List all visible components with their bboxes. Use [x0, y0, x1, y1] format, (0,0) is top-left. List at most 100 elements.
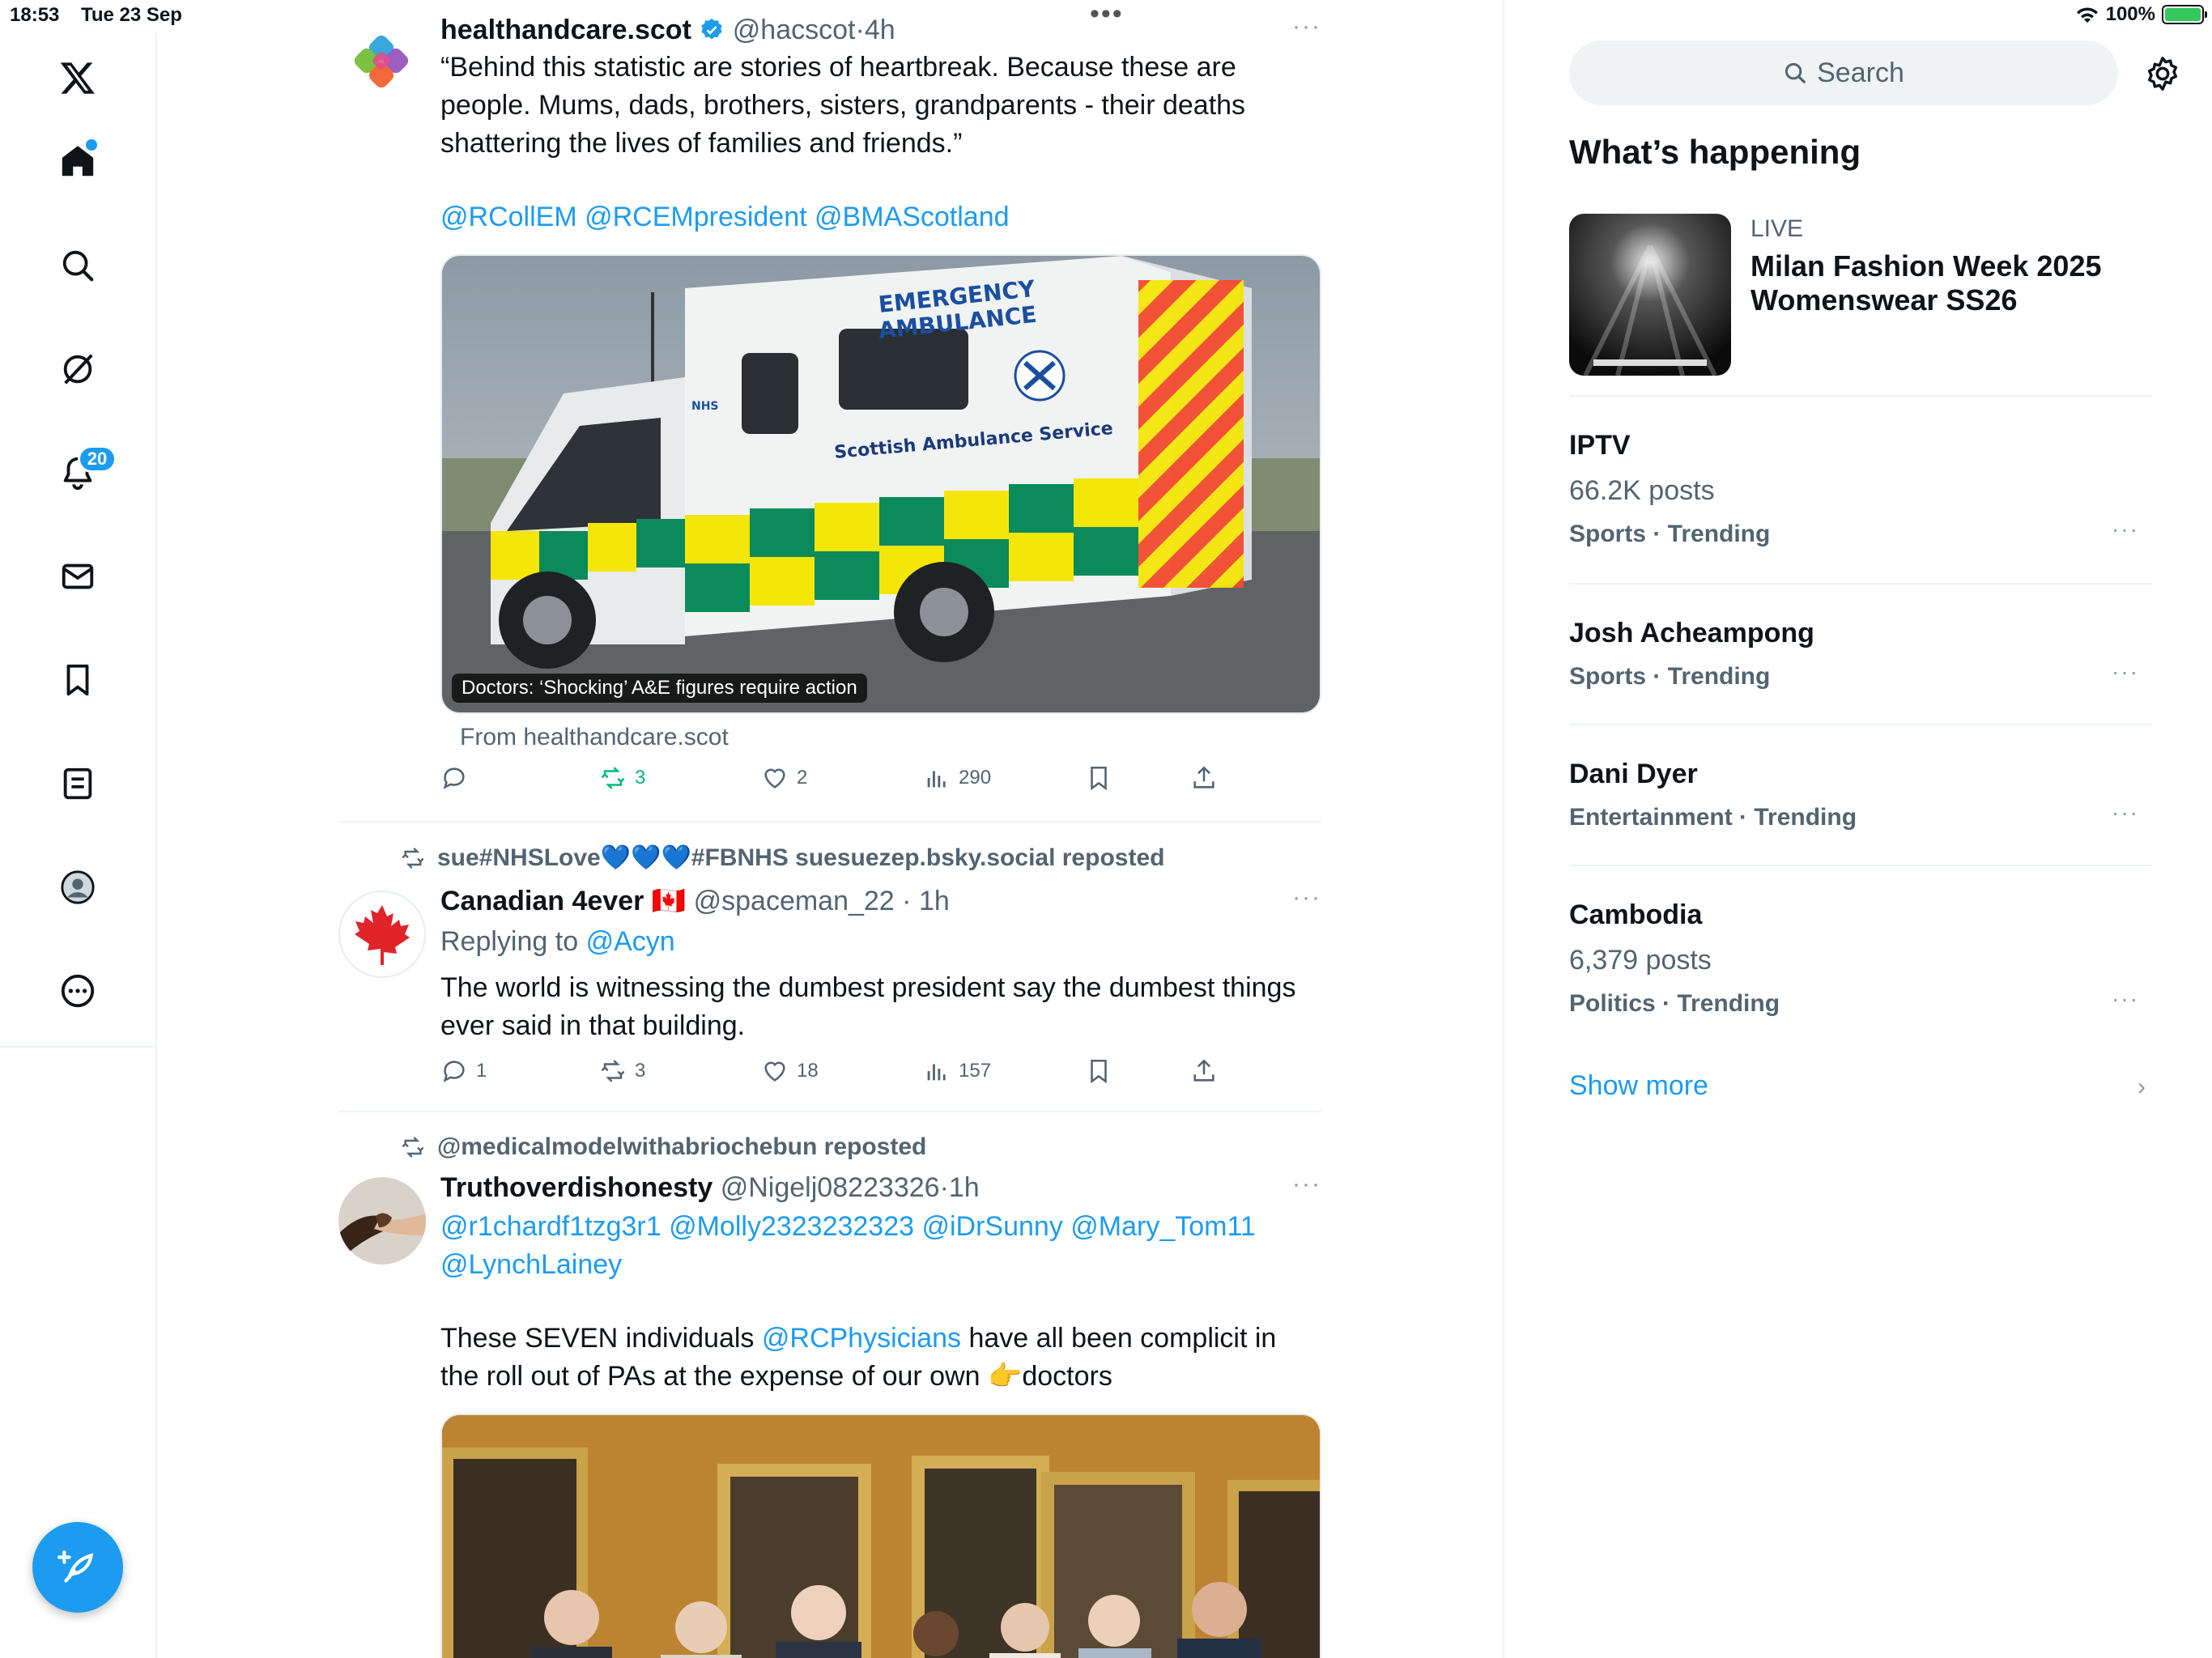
tweet-author-name[interactable]: Truthoverdishonesty	[440, 1172, 713, 1203]
home-unread-dot	[86, 139, 97, 151]
grok-icon[interactable]	[53, 345, 102, 393]
reply-icon	[443, 767, 465, 789]
retweet-button[interactable]: 3	[599, 764, 645, 792]
heart-icon	[764, 1061, 785, 1082]
trend-item[interactable]: Josh Acheampong Sports · Trending ···	[1569, 615, 2152, 693]
repost-icon	[402, 847, 424, 869]
tweet-actions: 1 3 18 157	[440, 1057, 1250, 1093]
x-logo-icon[interactable]	[53, 53, 102, 102]
bookmarks-icon[interactable]	[53, 656, 102, 704]
trend-item[interactable]: IPTV 66.2K posts Sports · Trending ···	[1569, 427, 2152, 551]
live-event-item[interactable]: LIVE Milan Fashion Week 2025 Womenswear …	[1569, 214, 2152, 395]
compose-post-button[interactable]	[32, 1522, 123, 1613]
heart-icon	[764, 768, 785, 789]
ambulance-photo: EMERGENCY AMBULANCE Scottish Ambulance S…	[442, 256, 1320, 712]
trend-more-options-icon[interactable]: ···	[2112, 659, 2139, 685]
tweet-handle[interactable]: @spaceman_22	[694, 886, 895, 916]
trend-name: IPTV	[1569, 430, 1631, 461]
bookmark-icon	[1091, 766, 1107, 791]
tweet-mentions[interactable]: @RCollEM @RCEMpresident @BMAScotland	[440, 198, 1321, 236]
timeline-feed: healthandcare.scot @hacscot·4h ··· “Behi…	[338, 0, 1321, 1658]
trend-posts: 66.2K posts	[1569, 475, 1715, 506]
tweet-handle[interactable]: @hacscot	[733, 15, 856, 45]
tweet-text-part: These SEVEN individuals	[440, 1323, 762, 1354]
link-card-source[interactable]: From healthandcare.scot	[460, 724, 729, 751]
views-count: 290	[959, 767, 992, 789]
profile-avatar-icon[interactable]	[53, 863, 102, 912]
tweet-mentions[interactable]: @r1chardf1tzg3r1 @Molly2323232323 @iDrSu…	[440, 1208, 1299, 1284]
bookmark-button[interactable]	[1085, 764, 1112, 792]
views-button[interactable]: 157	[923, 1057, 991, 1085]
tweet-time[interactable]: 1h	[949, 1172, 980, 1203]
share-button[interactable]	[1190, 1057, 1218, 1085]
trend-meta: Entertainment · Trending	[1569, 804, 1857, 831]
tweet-avatar[interactable]	[338, 1177, 426, 1265]
tweet-author-name[interactable]: Canadian 4ever	[440, 886, 644, 916]
trend-meta: Sports · Trending	[1569, 521, 1771, 547]
tweet[interactable]: healthandcare.scot @hacscot·4h ··· “Behi…	[338, 0, 1321, 823]
like-button[interactable]: 18	[761, 1057, 819, 1085]
like-count: 18	[797, 1060, 819, 1082]
canada-flag-emoji: 🇨🇦	[651, 886, 687, 916]
reply-button[interactable]: 1	[440, 1057, 487, 1085]
trend-item[interactable]: Cambodia 6,379 posts Politics · Trending…	[1569, 897, 2152, 1020]
right-sidebar: Search What’s happening LIVE Milan Fashi…	[1503, 0, 2212, 1658]
trend-meta: Sports · Trending	[1569, 663, 1771, 690]
repost-indicator[interactable]: sue#NHSLove💙💙💙#FBNHS suesuezep.bsky.soci…	[400, 844, 1164, 872]
tweet[interactable]: @medicalmodelwithabriochebun reposted Tr…	[338, 1112, 1321, 1658]
tweet-avatar[interactable]	[338, 18, 426, 105]
search-placeholder: Search	[1817, 57, 1904, 88]
tweet-author-name[interactable]: healthandcare.scot	[440, 15, 691, 45]
trend-divider	[1569, 583, 2152, 585]
tweet-time[interactable]: 4h	[865, 15, 895, 45]
more-options-icon[interactable]	[53, 967, 102, 1015]
notifications-badge: 20	[78, 445, 117, 473]
views-button[interactable]: 290	[923, 764, 991, 792]
views-count: 157	[959, 1060, 992, 1082]
explore-search-icon[interactable]	[53, 241, 102, 290]
messages-envelope-icon[interactable]	[53, 552, 102, 601]
tweet-more-options-icon[interactable]: ···	[1292, 884, 1321, 912]
link-card-caption: Doctors: ‘Shocking’ A&E figures require …	[452, 674, 867, 703]
tweet-more-options-icon[interactable]: ···	[1292, 13, 1321, 40]
replying-to-label: Replying to	[440, 926, 579, 957]
settings-gear-icon[interactable]	[2144, 55, 2181, 92]
tweet-handle[interactable]: @Nigelj08223326	[721, 1172, 940, 1203]
repost-indicator[interactable]: @medicalmodelwithabriochebun reposted	[400, 1133, 926, 1161]
reply-button[interactable]	[440, 764, 468, 792]
trend-item[interactable]: Dani Dyer Entertainment · Trending ···	[1569, 756, 2152, 834]
trend-more-options-icon[interactable]: ···	[2112, 800, 2139, 826]
replying-to-handle[interactable]: @Acyn	[586, 926, 675, 957]
tweet-time[interactable]: 1h	[919, 886, 950, 916]
bookmark-icon	[1091, 1059, 1107, 1084]
tweet[interactable]: sue#NHSLove💙💙💙#FBNHS suesuezep.bsky.soci…	[338, 823, 1321, 1112]
trend-meta: Politics · Trending	[1569, 990, 1780, 1017]
retweet-button[interactable]: 3	[599, 1057, 645, 1085]
nav-divider	[0, 1046, 157, 1048]
bookmark-button[interactable]	[1085, 1057, 1112, 1085]
trend-divider	[1569, 395, 2152, 397]
group-portrait-photo	[442, 1415, 1320, 1658]
retweet-icon	[601, 767, 625, 789]
trend-posts: 6,379 posts	[1569, 945, 1712, 976]
tweet-photo[interactable]	[440, 1414, 1321, 1658]
ambulance-text-nhs: NHS	[691, 400, 719, 413]
trend-more-options-icon[interactable]: ···	[2112, 986, 2139, 1012]
chevron-right-icon[interactable]: ›	[2138, 1073, 2146, 1101]
tweet-actions: 3 2 290	[440, 764, 1250, 800]
search-icon	[1785, 62, 1806, 83]
tweet-avatar[interactable]	[338, 891, 426, 978]
tweet-text-mention[interactable]: @RCPhysicians	[762, 1323, 961, 1354]
share-button[interactable]	[1190, 764, 1218, 792]
reposted-by-text: sue#NHSLove💙💙💙#FBNHS suesuezep.bsky.soci…	[437, 844, 1165, 871]
retweet-count: 3	[635, 1060, 646, 1082]
trend-name: Dani Dyer	[1569, 759, 1698, 789]
live-event-thumbnail	[1569, 214, 1731, 376]
tweet-more-options-icon[interactable]: ···	[1292, 1171, 1321, 1198]
lists-icon[interactable]	[53, 759, 102, 808]
like-button[interactable]: 2	[761, 764, 807, 792]
show-more-link[interactable]: Show more	[1569, 1070, 1708, 1102]
trend-more-options-icon[interactable]: ···	[2112, 517, 2139, 542]
search-input[interactable]: Search	[1569, 40, 2118, 105]
link-card-image[interactable]: EMERGENCY AMBULANCE Scottish Ambulance S…	[440, 254, 1321, 714]
